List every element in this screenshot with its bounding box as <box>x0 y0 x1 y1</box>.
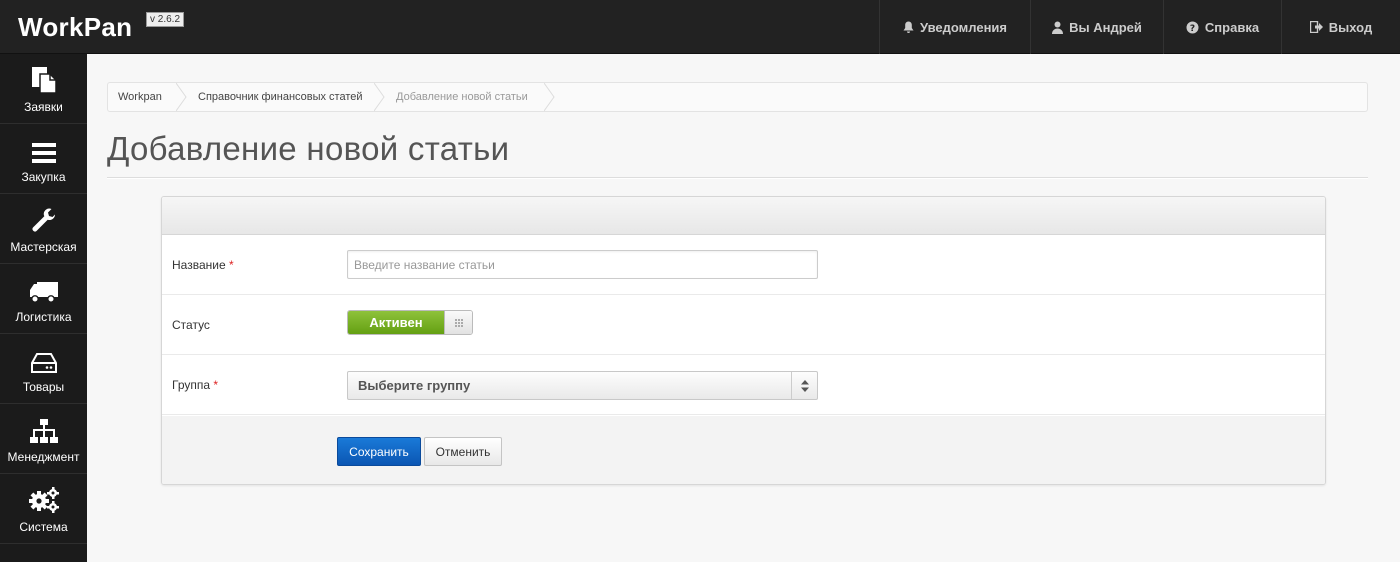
select-arrows-icon <box>791 372 817 399</box>
required-mark: * <box>213 378 219 392</box>
name-label: Название * <box>172 258 234 272</box>
form-actions: Сохранить Отменить <box>162 416 1325 484</box>
sidebar-item-goods[interactable]: Товары <box>0 334 87 404</box>
form-row-status: Статус Активен <box>162 295 1325 355</box>
drive-icon <box>30 344 57 374</box>
logout-link[interactable]: Выход <box>1281 0 1400 54</box>
breadcrumb-label: Workpan <box>118 91 162 103</box>
breadcrumb-finance-articles[interactable]: Справочник финансовых статей <box>188 83 386 111</box>
form-panel: Название * Статус Активен Группа * Выбер… <box>161 196 1326 485</box>
breadcrumb-home[interactable]: Workpan <box>108 83 188 111</box>
group-select-value: Выберите группу <box>358 378 471 393</box>
sitemap-icon <box>29 414 59 444</box>
truck-icon <box>29 274 59 304</box>
panel-header <box>162 197 1325 235</box>
toggle-handle[interactable] <box>444 311 472 334</box>
status-toggle[interactable]: Активен <box>347 310 473 335</box>
save-button[interactable]: Сохранить <box>337 437 421 466</box>
chevron-right-icon <box>544 83 555 111</box>
sidebar-item-label: Логистика <box>15 309 72 324</box>
sidebar-item-label: Закупка <box>21 169 66 184</box>
user-label: Вы Андрей <box>1069 19 1142 35</box>
sidebar-item-system[interactable]: Система <box>0 474 87 544</box>
logout-icon <box>1309 21 1323 33</box>
sidebar-item-management[interactable]: Менеджмент <box>0 404 87 474</box>
sidebar-item-requests[interactable]: Заявки <box>0 54 87 124</box>
sidebar: Заявки Закупка Мастерская Логистика Това… <box>0 54 87 562</box>
sidebar-item-label: Система <box>19 519 68 534</box>
question-icon: ? <box>1186 21 1199 34</box>
cancel-button[interactable]: Отменить <box>424 437 502 466</box>
breadcrumb: Workpan Справочник финансовых статей Доб… <box>107 82 1368 112</box>
sidebar-item-label: Менеджмент <box>7 449 80 464</box>
svg-text:?: ? <box>1190 24 1195 34</box>
version-badge: v 2.6.2 <box>146 12 185 27</box>
brand-logo[interactable]: WorkPan <box>18 12 132 43</box>
notifications-label: Уведомления <box>919 19 1008 35</box>
logout-label: Выход <box>1328 19 1373 35</box>
sidebar-item-label: Товары <box>22 379 65 394</box>
sidebar-item-label: Мастерская <box>10 239 77 254</box>
chevron-right-icon <box>176 83 187 111</box>
sidebar-item-purchase[interactable]: Закупка <box>0 124 87 194</box>
wrench-icon <box>31 204 57 234</box>
documents-icon <box>30 64 58 94</box>
form-row-name: Название * <box>162 235 1325 295</box>
bell-icon <box>903 21 914 33</box>
status-toggle-label: Активен <box>348 311 444 334</box>
breadcrumb-label: Справочник финансовых статей <box>198 91 363 103</box>
user-icon <box>1052 21 1064 34</box>
grip-icon <box>454 318 463 327</box>
breadcrumb-current: Добавление новой статьи <box>386 83 556 111</box>
help-link[interactable]: ? Справка <box>1163 0 1281 54</box>
help-label: Справка <box>1204 19 1260 35</box>
group-label: Группа * <box>172 378 219 392</box>
required-mark: * <box>228 258 234 272</box>
top-nav: Уведомления Вы Андрей ? Справка Выход <box>879 0 1400 54</box>
sidebar-item-logistics[interactable]: Логистика <box>0 264 87 334</box>
name-input[interactable] <box>347 250 818 279</box>
form-row-group: Группа * Выберите группу <box>162 355 1325 415</box>
sidebar-item-workshop[interactable]: Мастерская <box>0 194 87 264</box>
page-title: Добавление новой статьи <box>107 130 510 167</box>
sidebar-item-label: Заявки <box>24 99 63 114</box>
user-link[interactable]: Вы Андрей <box>1030 0 1163 54</box>
group-select[interactable]: Выберите группу <box>347 371 818 400</box>
title-divider <box>107 177 1368 179</box>
chevron-right-icon <box>374 83 385 111</box>
breadcrumb-label: Добавление новой статьи <box>396 91 528 103</box>
gears-icon <box>28 484 60 514</box>
menu-lines-icon <box>31 134 57 164</box>
notifications-link[interactable]: Уведомления <box>879 0 1030 54</box>
main-content: Workpan Справочник финансовых статей Доб… <box>87 54 1400 562</box>
top-bar: WorkPan v 2.6.2 Уведомления Вы Андрей ? … <box>0 0 1400 54</box>
status-label: Статус <box>172 318 210 332</box>
